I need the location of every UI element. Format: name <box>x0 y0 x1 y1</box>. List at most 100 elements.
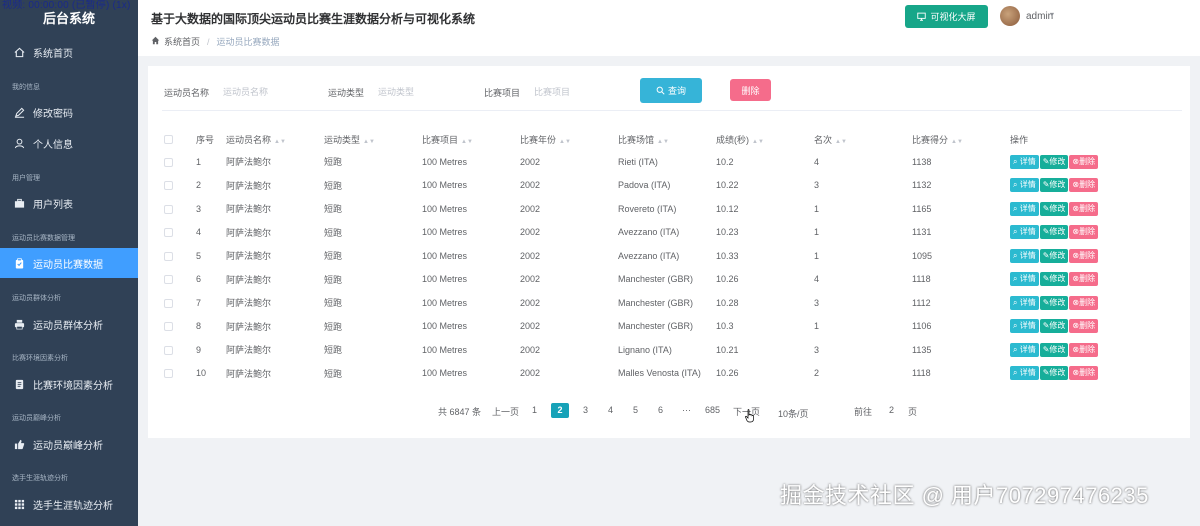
sidebar-item-athlete-data[interactable]: 运动员比赛数据 <box>0 248 138 278</box>
sidebar-item-home[interactable]: 系统首页 <box>0 37 138 67</box>
edit-button[interactable]: ✎修改 <box>1039 154 1069 169</box>
row-checkbox[interactable] <box>164 228 173 238</box>
column-header[interactable]: 比赛场馆 ▲▼ <box>618 128 716 150</box>
delete-button[interactable]: ⊗删除 <box>1069 295 1099 310</box>
delete-button[interactable]: ⊗删除 <box>1069 248 1099 263</box>
detail-button[interactable]: ⌕ 详情 <box>1010 225 1039 240</box>
sort-icon[interactable]: ▲▼ <box>559 139 571 145</box>
detail-button[interactable]: ⌕ 详情 <box>1010 248 1039 263</box>
sidebar-item-environment-analysis[interactable]: 比赛环境因素分析 <box>0 369 138 399</box>
edit-button[interactable]: ✎修改 <box>1039 201 1069 216</box>
search-name-input[interactable]: 运动员名称 <box>223 85 268 98</box>
page-button-current[interactable]: 2 <box>551 403 569 418</box>
breadcrumb-home[interactable]: 系统首页 <box>164 35 200 48</box>
page-button[interactable]: 3 <box>583 405 588 415</box>
detail-button[interactable]: ⌕ 详情 <box>1010 178 1039 193</box>
row-checkbox[interactable] <box>164 181 173 191</box>
sidebar-item-label: 系统首页 <box>33 48 73 60</box>
page-button[interactable]: 1 <box>532 405 537 415</box>
row-checkbox[interactable] <box>164 369 173 379</box>
delete-button[interactable]: ⊗删除 <box>1069 154 1099 169</box>
select-all-checkbox[interactable] <box>164 135 173 145</box>
table-cell: 4 <box>196 227 202 238</box>
detail-button[interactable]: ⌕ 详情 <box>1010 319 1039 334</box>
column-header[interactable]: 成绩(秒) ▲▼ <box>716 128 814 150</box>
table-cell: 100 Metres <box>422 250 468 261</box>
column-header[interactable]: 名次 ▲▼ <box>814 128 912 150</box>
sort-icon[interactable]: ▲▼ <box>835 139 847 145</box>
edit-button[interactable]: ✎修改 <box>1039 272 1069 287</box>
page-button[interactable]: 6 <box>658 405 663 415</box>
row-checkbox[interactable] <box>164 298 173 308</box>
search-type-input[interactable]: 运动类型 <box>378 85 414 98</box>
sort-icon[interactable]: ▲▼ <box>274 139 286 145</box>
sort-icon[interactable]: ▲▼ <box>461 139 473 145</box>
edit-button[interactable]: ✎修改 <box>1039 225 1069 240</box>
avatar[interactable] <box>1000 6 1020 26</box>
sidebar-item-career-analysis[interactable]: 选手生涯轨迹分析 <box>0 489 138 519</box>
sidebar-item-profile[interactable]: 个人信息 <box>0 128 138 158</box>
column-header[interactable]: 运动类型 ▲▼ <box>324 128 422 150</box>
detail-button[interactable]: ⌕ 详情 <box>1010 201 1039 216</box>
sort-icon[interactable]: ▲▼ <box>951 139 963 145</box>
row-checkbox[interactable] <box>164 345 173 355</box>
row-checkbox[interactable] <box>164 275 173 285</box>
detail-button[interactable]: ⌕ 详情 <box>1010 366 1039 381</box>
search-event-input[interactable]: 比赛项目 <box>534 85 570 98</box>
delete-button[interactable]: ⊗删除 <box>1069 272 1099 287</box>
table-cell: Rieti (ITA) <box>618 156 658 167</box>
delete-button[interactable]: ⊗删除 <box>1069 225 1099 240</box>
batch-delete-button[interactable]: 删除 <box>730 79 771 101</box>
caret-down-icon[interactable]: ▾ <box>1050 10 1054 19</box>
delete-button[interactable]: ⊗删除 <box>1069 178 1099 193</box>
table-cell: 3 <box>196 203 202 214</box>
delete-button[interactable]: ⊗删除 <box>1069 319 1099 334</box>
column-header[interactable]: 比赛项目 ▲▼ <box>422 128 520 150</box>
sidebar-item-group-analysis[interactable]: 运动员群体分析 <box>0 309 138 339</box>
sidebar-item-label: 比赛环境因素分析 <box>33 380 113 392</box>
sidebar-item-user-list[interactable]: 用户列表 <box>0 188 138 218</box>
content-card: 运动员名称 运动员名称 运动类型 运动类型 比赛项目 比赛项目 查询 删除 序号… <box>148 66 1190 438</box>
detail-button[interactable]: ⌕ 详情 <box>1010 272 1039 287</box>
sidebar-item-change-password[interactable]: 修改密码 <box>0 97 138 127</box>
page-button[interactable]: 5 <box>633 405 638 415</box>
table-cell: 10.26 <box>716 274 739 285</box>
column-header[interactable]: 运动员名称 ▲▼ <box>226 128 324 150</box>
column-header[interactable]: 比赛得分 ▲▼ <box>912 128 1010 150</box>
page-button[interactable]: 685 <box>705 405 720 415</box>
row-checkbox[interactable] <box>164 322 173 332</box>
table-cell: 3 <box>814 344 820 355</box>
top-header: 基于大数据的国际顶尖运动员比赛生涯数据分析与可视化系统 系统首页 / 运动员比赛… <box>138 0 1200 56</box>
goto-input[interactable]: 2 <box>889 405 894 415</box>
column-header[interactable]: 比赛年份 ▲▼ <box>520 128 618 150</box>
sort-icon[interactable]: ▲▼ <box>752 139 764 145</box>
sort-icon[interactable]: ▲▼ <box>363 139 375 145</box>
detail-button[interactable]: ⌕ 详情 <box>1010 154 1039 169</box>
home-icon <box>151 36 160 47</box>
bigscreen-button[interactable]: 可视化大屏 <box>905 5 988 28</box>
table-cell: 1095 <box>912 250 933 261</box>
delete-button[interactable]: ⊗删除 <box>1069 342 1099 357</box>
monitor-icon <box>917 12 927 21</box>
row-checkbox[interactable] <box>164 251 173 261</box>
sidebar-item-peak-analysis[interactable]: 运动员巅峰分析 <box>0 429 138 459</box>
more-pages-ellipsis[interactable]: ··· <box>682 405 691 415</box>
edit-button[interactable]: ✎修改 <box>1039 295 1069 310</box>
prev-page-button[interactable]: 上一页 <box>492 405 519 418</box>
edit-button[interactable]: ✎修改 <box>1039 342 1069 357</box>
edit-button[interactable]: ✎修改 <box>1039 319 1069 334</box>
sort-icon[interactable]: ▲▼ <box>657 139 669 145</box>
edit-button[interactable]: ✎修改 <box>1039 248 1069 263</box>
delete-button[interactable]: ⊗删除 <box>1069 201 1099 216</box>
row-checkbox[interactable] <box>164 204 173 214</box>
page-button[interactable]: 4 <box>608 405 613 415</box>
edit-button[interactable]: ✎修改 <box>1039 178 1069 193</box>
search-icon: ⌕ <box>1013 250 1018 260</box>
bigscreen-label: 可视化大屏 <box>930 12 976 22</box>
detail-button[interactable]: ⌕ 详情 <box>1010 342 1039 357</box>
query-button[interactable]: 查询 <box>640 78 702 103</box>
row-checkbox[interactable] <box>164 157 173 167</box>
delete-button[interactable]: ⊗删除 <box>1069 366 1099 381</box>
detail-button[interactable]: ⌕ 详情 <box>1010 295 1039 310</box>
edit-button[interactable]: ✎修改 <box>1039 366 1069 381</box>
